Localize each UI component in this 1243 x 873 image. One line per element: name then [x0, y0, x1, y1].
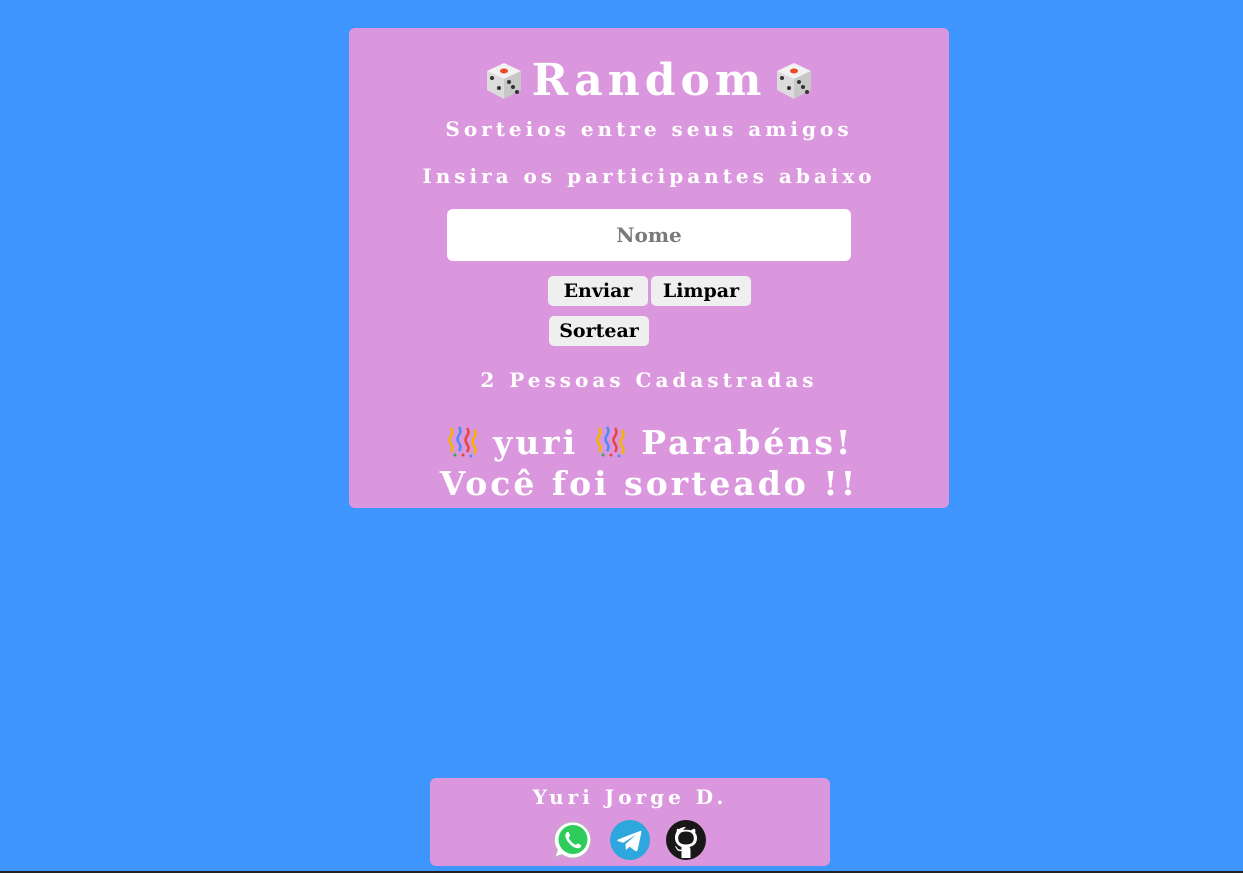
whatsapp-icon[interactable]	[552, 819, 594, 861]
confetti-ball-icon	[595, 426, 625, 458]
footer: Yuri Jorge D.	[430, 778, 830, 866]
draw-result: yuri Parabéns! Você foi sorteado !!	[389, 422, 909, 504]
name-input[interactable]	[447, 209, 851, 261]
page-title: Random	[349, 53, 949, 109]
registered-count: 2 Pessoas Cadastradas	[480, 368, 818, 392]
confetti-ball-icon	[447, 426, 477, 458]
instructions: Insira os participantes abaixo	[422, 164, 876, 188]
telegram-icon[interactable]	[609, 819, 651, 861]
footer-author: Yuri Jorge D.	[532, 785, 728, 809]
github-icon[interactable]	[665, 819, 707, 861]
subtitle: Sorteios entre seus amigos	[445, 117, 853, 141]
send-button[interactable]: Enviar	[548, 276, 648, 306]
game-die-icon	[486, 63, 521, 99]
game-die-icon	[777, 63, 812, 99]
clear-button[interactable]: Limpar	[651, 276, 751, 306]
main-card: Random Sorteios entre seus amigos Insira…	[349, 28, 949, 508]
draw-button[interactable]: Sortear	[549, 316, 649, 346]
title-text: Random	[531, 55, 767, 106]
winner-name: yuri	[493, 423, 579, 462]
